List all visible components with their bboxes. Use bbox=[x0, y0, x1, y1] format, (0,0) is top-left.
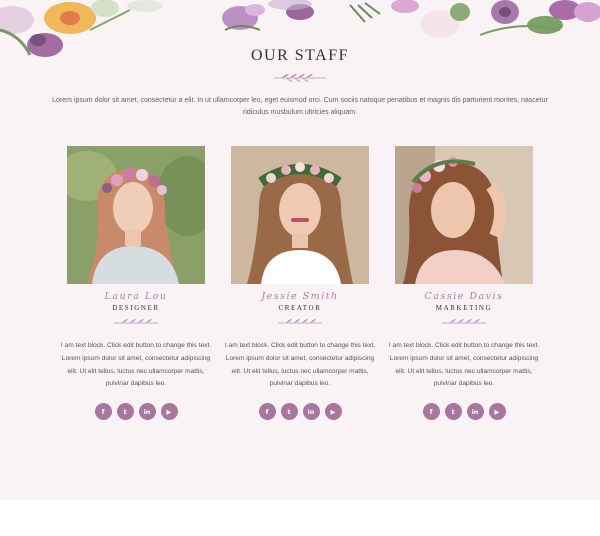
linkedin-icon[interactable]: in bbox=[138, 403, 156, 421]
staff-role: CREATOR bbox=[278, 304, 322, 312]
youtube-icon[interactable]: ▶ bbox=[488, 403, 506, 421]
youtube-icon[interactable]: ▶ bbox=[324, 403, 342, 421]
twitter-icon[interactable]: t bbox=[116, 403, 134, 421]
twitter-icon[interactable]: t bbox=[444, 403, 462, 421]
staff-bio: I am text block. Click edit button to ch… bbox=[60, 342, 212, 388]
staff-bio: I am text block. Click edit button to ch… bbox=[388, 342, 540, 388]
leaf-ornament bbox=[114, 319, 158, 324]
twitter-icon[interactable]: t bbox=[280, 403, 298, 421]
staff-card-laura: Laura Lou DESIGNER I am text block. Clic… bbox=[61, 146, 211, 421]
staff-photo bbox=[231, 146, 369, 284]
facebook-icon[interactable]: f bbox=[422, 403, 440, 421]
youtube-icon[interactable]: ▶ bbox=[160, 403, 178, 421]
section-intro: Lorem ipsum dolor sit amet, consectetur … bbox=[52, 97, 548, 116]
leaf-ornament bbox=[278, 319, 322, 324]
leaf-ornament bbox=[442, 319, 486, 324]
social-links: f t in ▶ bbox=[231, 403, 369, 421]
facebook-icon[interactable]: f bbox=[94, 403, 112, 421]
staff-name: Jessie Smith bbox=[261, 291, 339, 302]
leaf-ornament bbox=[274, 74, 326, 82]
staff-name: Laura Lou bbox=[104, 291, 168, 302]
staff-name: Cassie Davis bbox=[424, 291, 504, 302]
social-links: f t in ▶ bbox=[395, 403, 533, 421]
social-links: f t in ▶ bbox=[67, 403, 205, 421]
staff-section: OUR STAFF Lorem ipsum dolor sit amet, co… bbox=[0, 0, 600, 500]
linkedin-icon[interactable]: in bbox=[466, 403, 484, 421]
staff-card-cassie: Cassie Davis MARKETING I am text block. … bbox=[389, 146, 539, 421]
staff-bio: I am text block. Click edit button to ch… bbox=[224, 342, 376, 388]
staff-role: MARKETING bbox=[435, 304, 493, 312]
linkedin-icon[interactable]: in bbox=[302, 403, 320, 421]
staff-card-jessie: Jessie Smith CREATOR I am text block. Cl… bbox=[225, 146, 375, 421]
section-title: OUR STAFF bbox=[250, 47, 350, 64]
staff-photo bbox=[67, 146, 205, 284]
staff-photo bbox=[395, 146, 533, 284]
facebook-icon[interactable]: f bbox=[258, 403, 276, 421]
staff-role: DESIGNER bbox=[112, 304, 160, 312]
